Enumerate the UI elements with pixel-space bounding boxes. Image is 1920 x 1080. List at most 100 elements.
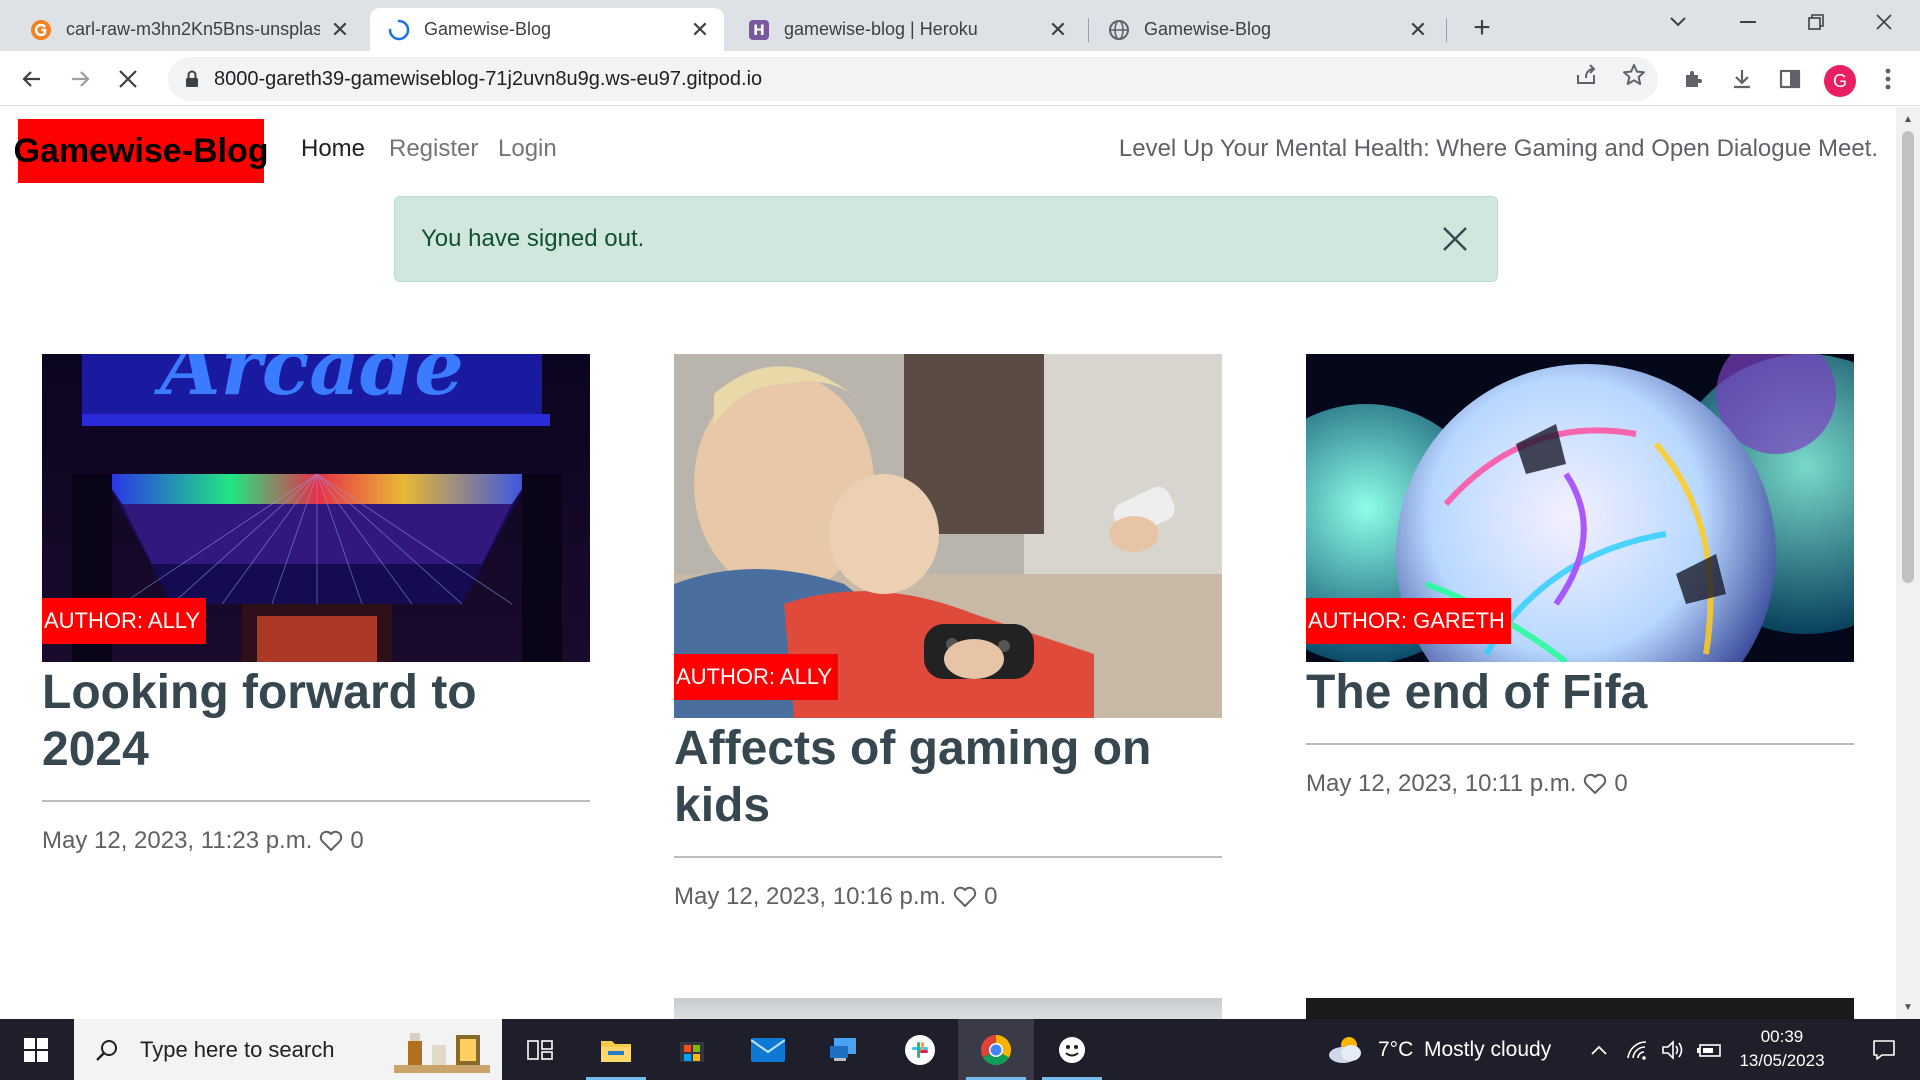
site-brand-logo[interactable]: Gamewise-Blog (13, 119, 269, 183)
nav-login-link[interactable]: Login (498, 135, 557, 163)
close-tab-icon[interactable]: ✕ (688, 17, 712, 42)
next-post-image[interactable] (1306, 998, 1854, 1019)
close-tab-icon[interactable]: ✕ (328, 17, 352, 42)
divider (1306, 743, 1854, 745)
notifications-icon[interactable] (1848, 1019, 1920, 1080)
post-date: May 12, 2023, 11:23 p.m. (42, 827, 313, 854)
lock-icon[interactable] (182, 69, 202, 89)
post-date: May 12, 2023, 10:16 p.m. (674, 883, 947, 910)
scrollbar-thumb[interactable] (1902, 131, 1914, 583)
alert-message: You have signed out. (421, 225, 645, 252)
restore-icon[interactable] (1784, 0, 1848, 44)
microsoft-store-icon[interactable] (654, 1019, 730, 1080)
heart-icon[interactable] (318, 828, 344, 854)
globe-icon (1108, 19, 1130, 41)
volume-icon[interactable] (1656, 1019, 1690, 1080)
heart-icon[interactable] (1582, 771, 1608, 797)
minimize-icon[interactable] (1716, 0, 1780, 44)
like-count: 0 (1614, 770, 1628, 797)
browser-toolbar: 8000-gareth39-gamewiseblog-71j2uvn8u9g.w… (0, 51, 1920, 106)
clock-date: 13/05/2023 (1739, 1051, 1825, 1070)
wifi-icon[interactable] (1620, 1019, 1654, 1080)
stop-loading-icon[interactable] (110, 61, 146, 97)
back-arrow-icon[interactable] (14, 61, 50, 97)
svg-text:H: H (753, 23, 765, 39)
tab-title: Gamewise-Blog (424, 19, 552, 39)
author-badge: AUTHOR: GARETH (1306, 598, 1511, 644)
post-card[interactable]: Arcade AUTHOR: ALLY Looking forward to 2… (42, 354, 590, 855)
weather-description[interactable]: Mostly cloudy (1424, 1019, 1551, 1080)
heroku-icon: H (748, 19, 770, 41)
address-bar[interactable]: 8000-gareth39-gamewiseblog-71j2uvn8u9g.w… (168, 57, 1658, 101)
chrome-menu-icon[interactable] (1872, 63, 1904, 95)
post-date: May 12, 2023, 10:11 p.m. (1306, 770, 1577, 797)
post-title[interactable]: The end of Fifa (1306, 664, 1854, 721)
site-tagline: Level Up Your Mental Health: Where Gamin… (1118, 135, 1878, 162)
battery-icon[interactable] (1692, 1019, 1726, 1080)
post-card[interactable]: AUTHOR: ALLY Affects of gaming on kids M… (674, 354, 1222, 911)
post-title[interactable]: Looking forward to 2024 (42, 664, 590, 778)
windows-taskbar: Type here to search 7°C Mostly cloudy 00… (0, 1019, 1920, 1080)
taskbar-clock[interactable]: 00:39 13/05/2023 (1730, 1025, 1834, 1073)
author-badge: AUTHOR: ALLY (674, 654, 839, 700)
slack-icon[interactable] (882, 1019, 958, 1080)
weather-cloud-icon[interactable] (1326, 1019, 1366, 1080)
download-icon[interactable] (1726, 63, 1758, 95)
nav-home-link[interactable]: Home (301, 135, 365, 163)
task-view-icon[interactable] (502, 1019, 578, 1080)
tab-separator (1088, 18, 1089, 42)
scroll-down-arrow-icon[interactable]: ▼ (1896, 997, 1920, 1017)
tab-unsplash[interactable]: carl-raw-m3hn2Kn5Bns-unsplash ✕ (12, 8, 364, 51)
share-icon[interactable] (1572, 61, 1600, 89)
scroll-up-arrow-icon[interactable]: ▲ (1896, 109, 1920, 129)
search-placeholder: Type here to search (140, 1036, 335, 1062)
tab-gamewise-blog[interactable]: Gamewise-Blog ✕ (1090, 8, 1442, 51)
profile-avatar[interactable]: G (1824, 65, 1856, 97)
close-tab-icon[interactable]: ✕ (1406, 17, 1430, 42)
like-count: 0 (984, 883, 998, 910)
side-panel-icon[interactable] (1774, 63, 1806, 95)
weather-temperature[interactable]: 7°C (1378, 1019, 1413, 1080)
svg-text:Arcade: Arcade (153, 354, 464, 413)
post-card[interactable]: AUTHOR: GARETH The end of Fifa May 12, 2… (1306, 354, 1854, 798)
nav-register-link[interactable]: Register (389, 135, 478, 163)
extensions-puzzle-icon[interactable] (1678, 63, 1710, 95)
clock-time: 00:39 (1760, 1027, 1804, 1046)
post-meta: May 12, 2023, 10:16 p.m. 0 (674, 883, 1222, 911)
page-scrollbar[interactable]: ▲ ▼ (1896, 107, 1920, 1019)
close-tab-icon[interactable]: ✕ (1046, 17, 1070, 42)
tab-heroku[interactable]: H gamewise-blog | Heroku ✕ (730, 8, 1082, 51)
taskbar-search-box[interactable]: Type here to search (74, 1019, 502, 1080)
tab-gamewise-blog-active[interactable]: Gamewise-Blog ✕ (370, 8, 724, 51)
tab-title: gamewise-blog | Heroku (784, 19, 978, 39)
forward-arrow-icon[interactable] (62, 61, 98, 97)
close-window-icon[interactable] (1852, 0, 1916, 44)
smiley-app-icon[interactable] (1034, 1019, 1110, 1080)
tab-strip: carl-raw-m3hn2Kn5Bns-unsplash ✕ Gamewise… (0, 0, 1920, 51)
post-title[interactable]: Affects of gaming on kids (674, 720, 1222, 834)
kids-gaming-image[interactable]: AUTHOR: ALLY (674, 354, 1222, 718)
bookmark-star-icon[interactable] (1620, 61, 1648, 89)
chrome-icon[interactable] (958, 1019, 1034, 1080)
tab-title: carl-raw-m3hn2Kn5Bns-unsplash (66, 19, 320, 39)
remote-desktop-icon[interactable] (806, 1019, 882, 1080)
windows-start-icon[interactable] (0, 1019, 72, 1080)
close-alert-icon[interactable] (1439, 223, 1471, 255)
football-balls-image[interactable]: AUTHOR: GARETH (1306, 354, 1854, 662)
tab-title: Gamewise-Blog (1144, 19, 1272, 39)
page-viewport: Gamewise-Blog Home Register Login Level … (0, 107, 1896, 1019)
next-post-image[interactable] (674, 998, 1222, 1019)
heart-icon[interactable] (952, 884, 978, 910)
tab-search-icon[interactable] (1646, 0, 1710, 44)
file-explorer-icon[interactable] (578, 1019, 654, 1080)
author-badge: AUTHOR: ALLY (42, 598, 207, 644)
mail-icon[interactable] (730, 1019, 806, 1080)
new-tab-button[interactable]: + (1464, 10, 1500, 46)
loading-spinner-icon (388, 19, 410, 41)
arcade-neon-image[interactable]: Arcade AUTHOR: ALLY (42, 354, 590, 662)
post-meta: May 12, 2023, 10:11 p.m. 0 (1306, 770, 1854, 798)
orange-g-icon (30, 19, 52, 41)
like-count: 0 (350, 827, 364, 854)
chevron-up-icon[interactable] (1584, 1019, 1614, 1080)
search-highlight-icon (394, 1027, 490, 1073)
